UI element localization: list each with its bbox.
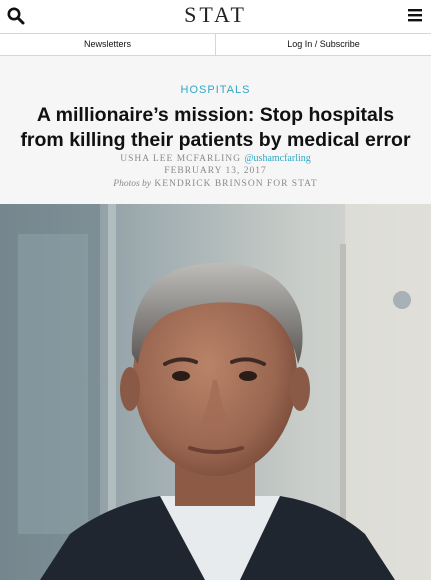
site-logo[interactable]: STAT: [0, 2, 431, 28]
photo-credit-prefix: Photos by: [113, 179, 152, 189]
menu-icon[interactable]: [407, 7, 423, 23]
author-name[interactable]: USHA LEE MCFARLING: [120, 154, 241, 164]
article-headline: A millionaire’s mission: Stop hospitals …: [20, 104, 411, 151]
photo-credit-name: KENDRICK BRINSON FOR STAT: [154, 179, 318, 189]
newsletters-link[interactable]: Newsletters: [0, 34, 215, 55]
byline: USHA LEE MCFARLING @ushamcfarling: [0, 153, 431, 164]
sub-navigation: Newsletters Log In / Subscribe: [0, 33, 431, 56]
login-subscribe-link[interactable]: Log In / Subscribe: [215, 34, 431, 55]
section-label[interactable]: HOSPITALS: [0, 84, 431, 96]
publish-date: FEBRUARY 13, 2017: [164, 166, 267, 176]
author-handle[interactable]: @ushamcfarling: [244, 153, 310, 164]
photo-credit: Photos by KENDRICK BRINSON FOR STAT: [0, 179, 431, 189]
hero-photo: [0, 204, 431, 580]
top-bar: STAT: [0, 0, 431, 33]
